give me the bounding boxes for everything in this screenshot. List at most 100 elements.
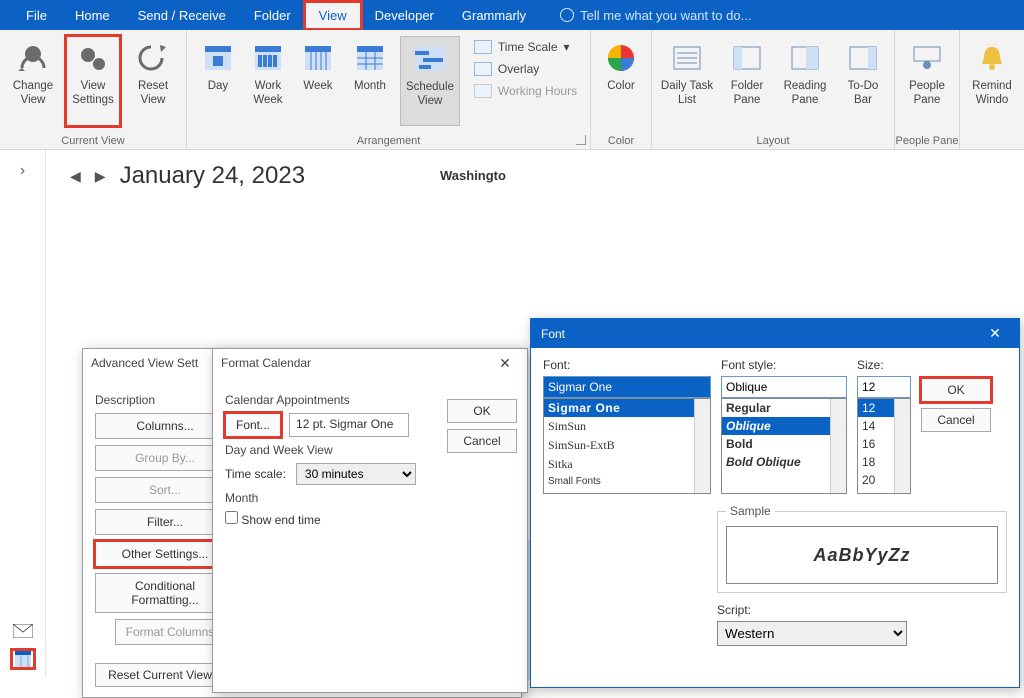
sample-group: Sample AaBbYyZz <box>717 504 1007 593</box>
group-label-people: People Pane <box>895 135 959 147</box>
fc-cancel-button[interactable]: Cancel <box>447 429 517 453</box>
overlay-button[interactable]: Overlay <box>470 60 581 78</box>
week-button[interactable]: Week <box>296 36 340 126</box>
list-item[interactable]: Small Fonts <box>544 474 710 489</box>
group-people-pane: People Pane People Pane <box>895 30 960 149</box>
list-item[interactable]: Snap ITC <box>544 489 710 494</box>
font-close-icon[interactable]: ✕ <box>981 325 1009 342</box>
calendar-nav-icon[interactable] <box>12 650 34 668</box>
change-view-label: Change View <box>6 80 60 108</box>
calendar-month-icon <box>352 40 388 76</box>
list-item[interactable]: Sitka <box>544 455 710 474</box>
month-button[interactable]: Month <box>346 36 394 126</box>
prev-day-button[interactable]: ◀ <box>70 168 81 185</box>
fc-ok-button[interactable]: OK <box>447 399 517 423</box>
folder-pane-button[interactable]: Folder Pane <box>722 36 772 126</box>
font-cancel-button[interactable]: Cancel <box>921 408 991 432</box>
font-name-input[interactable] <box>543 376 711 398</box>
tab-grammarly[interactable]: Grammarly <box>448 2 540 29</box>
mail-icon[interactable] <box>12 622 34 640</box>
fc-show-end-time[interactable]: Show end time <box>225 513 321 527</box>
fc-show-end-checkbox[interactable] <box>225 511 238 524</box>
list-item[interactable]: Sigmar One <box>544 399 710 417</box>
list-item[interactable]: Regular <box>722 399 846 417</box>
reading-pane-button[interactable]: Reading Pane <box>778 36 832 126</box>
scrollbar[interactable] <box>830 399 846 493</box>
day-label: Day <box>208 80 228 94</box>
folder-pane-icon <box>729 40 765 76</box>
calendar-header: ◀ ▶ January 24, 2023 Washingto <box>70 162 305 190</box>
working-hours-button[interactable]: Working Hours <box>470 82 581 100</box>
next-day-button[interactable]: ▶ <box>95 168 106 185</box>
tab-send-receive[interactable]: Send / Receive <box>124 2 240 29</box>
daily-task-list-button[interactable]: Daily Task List <box>658 36 716 126</box>
reminders-window-button[interactable]: Remind Windo <box>966 36 1018 126</box>
fc-title: Format Calendar <box>221 356 311 370</box>
people-icon <box>909 40 945 76</box>
reset-view-label: Reset View <box>126 80 180 108</box>
font-dialog: Font ✕ Font: Sigmar One SimSun SimSun-Ex… <box>530 318 1020 688</box>
color-wheel-icon <box>603 40 639 76</box>
working-hours-label: Working Hours <box>498 84 577 98</box>
work-week-label: Work Week <box>246 80 290 108</box>
month-label: Month <box>354 80 386 94</box>
clock-icon <box>474 84 492 98</box>
group-label-color: Color <box>591 135 651 147</box>
group-label-current-view: Current View <box>0 135 186 147</box>
reset-current-view-button[interactable]: Reset Current View <box>95 663 225 687</box>
reset-view-button[interactable]: Reset View <box>126 36 180 126</box>
list-item[interactable]: SimSun-ExtB <box>544 436 710 455</box>
fc-month-label: Month <box>225 491 515 505</box>
font-size-label: Size: <box>857 358 911 372</box>
fc-close-icon[interactable]: ✕ <box>491 355 519 372</box>
list-item[interactable]: Bold Oblique <box>722 453 846 471</box>
calendar-day-icon <box>200 40 236 76</box>
view-settings-label: View Settings <box>66 80 120 108</box>
tab-developer[interactable]: Developer <box>361 2 448 29</box>
scrollbar[interactable] <box>894 399 910 493</box>
view-settings-button[interactable]: View Settings <box>66 36 120 126</box>
arrangement-dialog-launcher[interactable] <box>576 135 586 145</box>
font-style-list[interactable]: Regular Oblique Bold Bold Oblique <box>721 398 847 494</box>
list-item[interactable]: Bold <box>722 435 846 453</box>
expand-nav-icon[interactable]: › <box>20 162 25 180</box>
font-size-input[interactable] <box>857 376 911 398</box>
font-style-input[interactable] <box>721 376 847 398</box>
todo-bar-label: To-Do Bar <box>838 80 888 108</box>
list-item[interactable]: Oblique <box>722 417 846 435</box>
schedule-view-button[interactable]: Schedule View <box>400 36 460 126</box>
group-label-layout: Layout <box>652 135 894 147</box>
todo-bar-button[interactable]: To-Do Bar <box>838 36 888 126</box>
list-item[interactable]: SimSun <box>544 417 710 436</box>
font-size-list[interactable]: 12 14 16 18 20 22 24 <box>857 398 911 494</box>
bell-icon <box>974 40 1010 76</box>
font-ok-button[interactable]: OK <box>921 378 991 402</box>
tab-view[interactable]: View <box>305 2 361 29</box>
time-scale-button[interactable]: Time Scale ▾ <box>470 38 581 56</box>
tab-file[interactable]: File <box>12 2 61 29</box>
script-select[interactable]: Western <box>717 621 907 646</box>
scrollbar[interactable] <box>694 399 710 493</box>
current-date: January 24, 2023 <box>120 162 305 190</box>
font-titlebar: Font ✕ <box>531 319 1019 348</box>
sample-label: Sample <box>726 504 775 518</box>
time-scale-label: Time Scale <box>498 40 558 54</box>
fc-font-button[interactable]: Font... <box>225 413 281 437</box>
change-view-button[interactable]: Change View <box>6 36 60 126</box>
tab-folder[interactable]: Folder <box>240 2 305 29</box>
tell-me-search[interactable]: Tell me what you want to do... <box>560 8 751 23</box>
overlay-label: Overlay <box>498 62 539 76</box>
day-button[interactable]: Day <box>196 36 240 126</box>
schedule-view-label: Schedule View <box>401 81 459 109</box>
work-week-button[interactable]: Work Week <box>246 36 290 126</box>
tab-home[interactable]: Home <box>61 2 124 29</box>
people-pane-label: People Pane <box>901 80 953 108</box>
reading-pane-icon <box>787 40 823 76</box>
color-button[interactable]: Color <box>597 36 645 126</box>
fc-time-scale-select[interactable]: 30 minutes <box>296 463 416 485</box>
people-pane-button[interactable]: People Pane <box>901 36 953 126</box>
change-view-icon <box>15 40 51 76</box>
group-color: Color Color <box>591 30 652 149</box>
font-name-list[interactable]: Sigmar One SimSun SimSun-ExtB Sitka Smal… <box>543 398 711 494</box>
tell-me-label: Tell me what you want to do... <box>580 8 751 23</box>
